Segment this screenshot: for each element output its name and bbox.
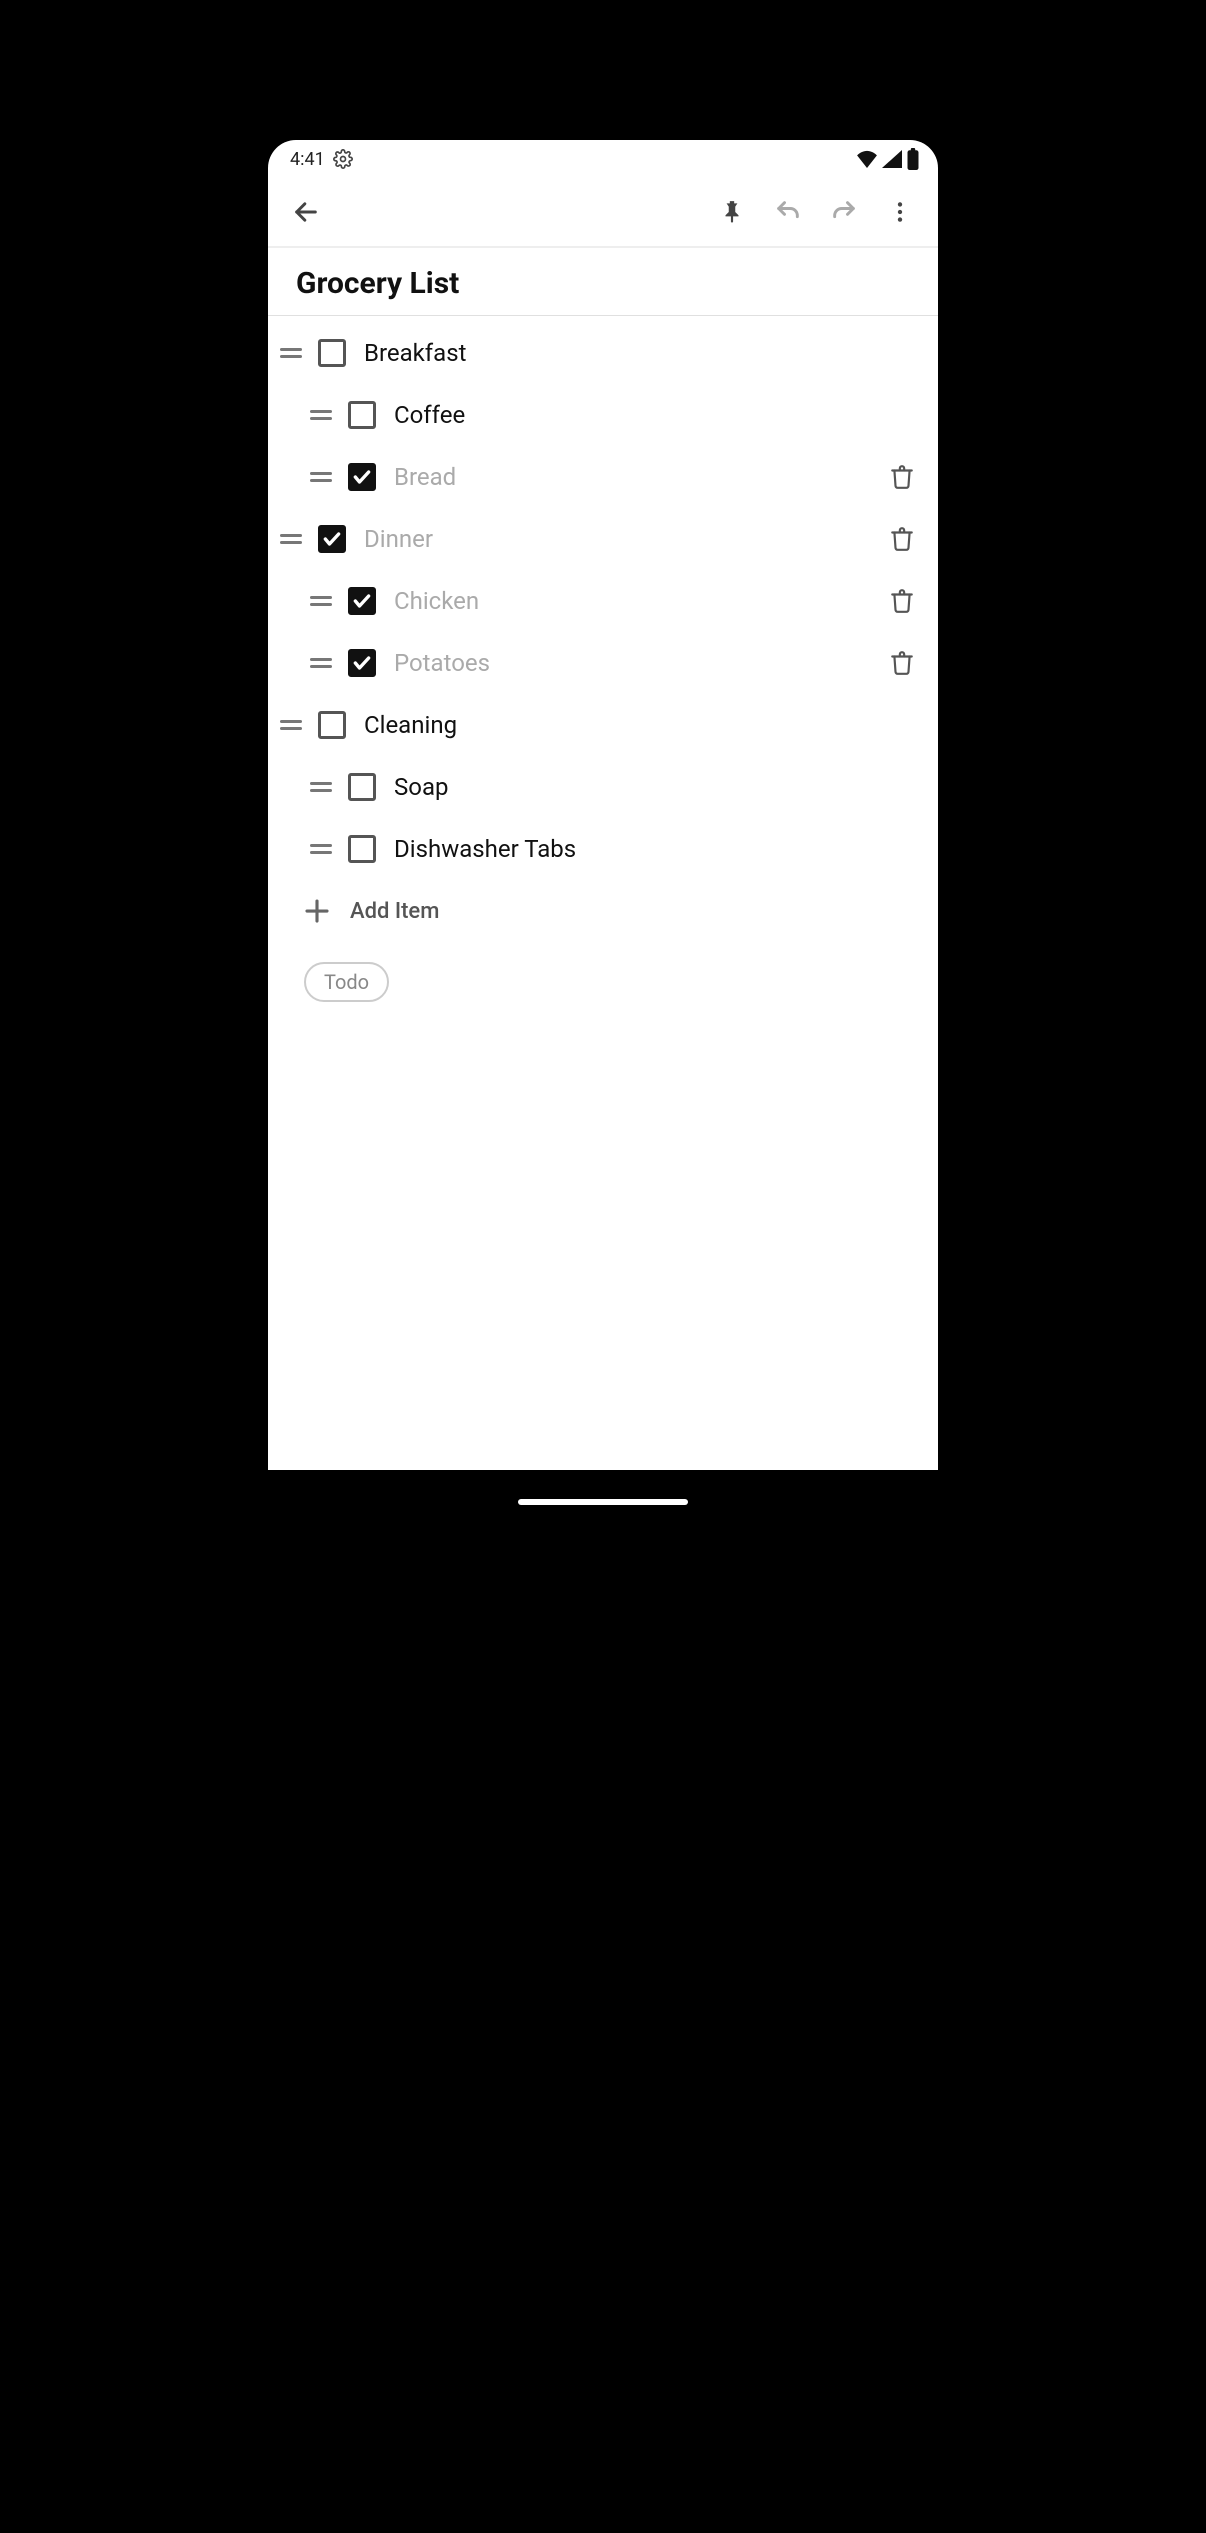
item-label[interactable]: Dishwasher Tabs (388, 835, 928, 863)
drag-handle[interactable] (276, 534, 306, 544)
undo-icon (774, 198, 802, 226)
checkbox[interactable] (348, 587, 376, 615)
delete-button[interactable] (880, 579, 924, 623)
app-screen: 4:41 (268, 140, 938, 1470)
list-item: Potatoes (276, 632, 928, 694)
status-bar: 4:41 (268, 140, 938, 178)
drag-handle[interactable] (306, 782, 336, 792)
more-vertical-icon (887, 199, 913, 225)
pin-icon (719, 199, 745, 225)
item-label[interactable]: Coffee (388, 401, 928, 429)
checkbox[interactable] (318, 711, 346, 739)
checkbox[interactable] (318, 339, 346, 367)
checkbox[interactable] (348, 649, 376, 677)
toolbar (268, 178, 938, 248)
item-label[interactable]: Chicken (388, 587, 868, 615)
delete-button[interactable] (880, 455, 924, 499)
drag-handle[interactable] (306, 844, 336, 854)
drag-handle[interactable] (306, 658, 336, 668)
checkbox[interactable] (318, 525, 346, 553)
battery-icon (906, 148, 920, 170)
add-item-label: Add Item (350, 899, 439, 924)
drag-handle[interactable] (306, 410, 336, 420)
item-label[interactable]: Breakfast (358, 339, 928, 367)
trash-icon (889, 588, 915, 614)
list-item: Dinner (276, 508, 928, 570)
tag-row: Todo (276, 942, 928, 1022)
item-label[interactable]: Cleaning (358, 711, 928, 739)
signal-icon (882, 150, 902, 168)
phone-frame: 4:41 (228, 20, 978, 1560)
item-label[interactable]: Dinner (358, 525, 868, 553)
trash-icon (889, 526, 915, 552)
drag-handle[interactable] (276, 720, 306, 730)
add-item-button[interactable]: Add Item (276, 880, 928, 942)
note-title: Grocery List (296, 266, 910, 301)
list-item: Chicken (276, 570, 928, 632)
list-item: Breakfast (276, 322, 928, 384)
note-title-row[interactable]: Grocery List (268, 248, 938, 316)
delete-button[interactable] (880, 641, 924, 685)
list-item: Soap (276, 756, 928, 818)
wifi-icon (856, 150, 878, 168)
tag-chip[interactable]: Todo (304, 962, 389, 1002)
redo-button[interactable] (816, 184, 872, 240)
list-item: Dishwasher Tabs (276, 818, 928, 880)
redo-icon (830, 198, 858, 226)
list-item: Bread (276, 446, 928, 508)
checkbox[interactable] (348, 773, 376, 801)
list-item: Cleaning (276, 694, 928, 756)
item-label[interactable]: Bread (388, 463, 868, 491)
checkbox[interactable] (348, 401, 376, 429)
trash-icon (889, 464, 915, 490)
undo-button[interactable] (760, 184, 816, 240)
item-label[interactable]: Soap (388, 773, 928, 801)
plus-icon (302, 896, 332, 926)
checklist: Breakfast Coffee Bread Dinner Chicken Potatoe… (268, 316, 938, 1470)
drag-handle[interactable] (306, 472, 336, 482)
checkbox[interactable] (348, 463, 376, 491)
list-item: Coffee (276, 384, 928, 446)
drag-handle[interactable] (306, 596, 336, 606)
overflow-button[interactable] (872, 184, 928, 240)
gear-icon (333, 149, 353, 169)
home-indicator (518, 1499, 688, 1505)
item-label[interactable]: Potatoes (388, 649, 868, 677)
trash-icon (889, 650, 915, 676)
arrow-left-icon (292, 198, 320, 226)
delete-button[interactable] (880, 517, 924, 561)
checkbox[interactable] (348, 835, 376, 863)
status-time: 4:41 (290, 149, 325, 170)
back-button[interactable] (278, 184, 334, 240)
pin-button[interactable] (704, 184, 760, 240)
drag-handle[interactable] (276, 348, 306, 358)
